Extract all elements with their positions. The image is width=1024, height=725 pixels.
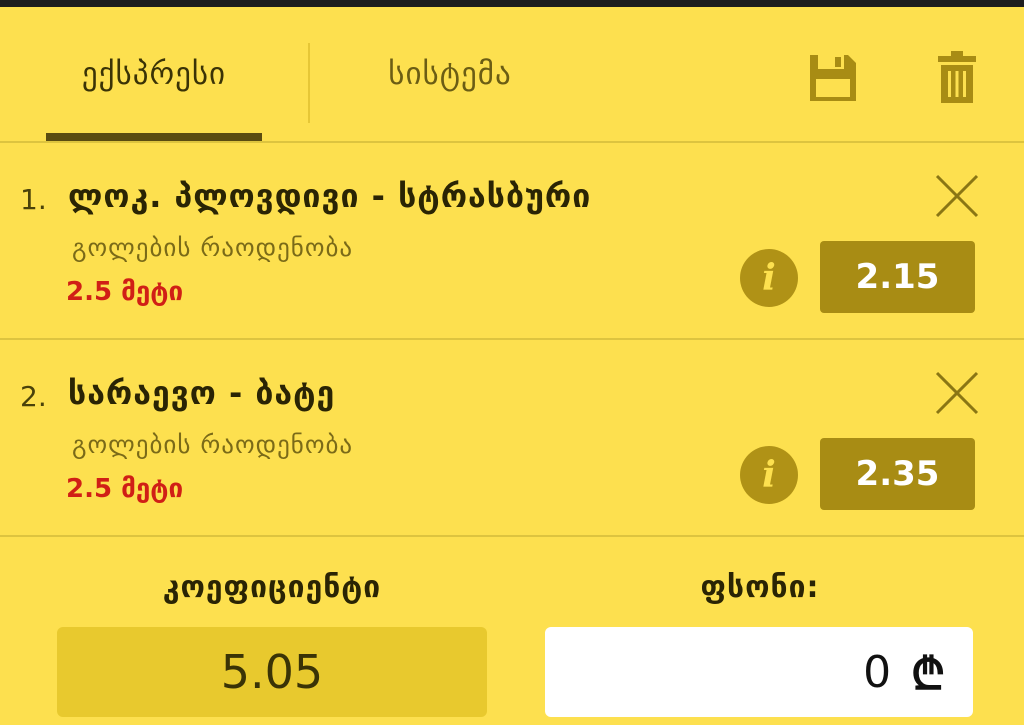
odds-button[interactable]: 2.15 (820, 241, 975, 313)
bet-pick: 2.5 მეტი (66, 474, 184, 504)
bet-item: 2. სარაევო - ბატე გოლების რაოდენობა 2.5 … (0, 340, 1024, 536)
bet-market: გოლების რაოდენობა (72, 430, 354, 459)
currency-symbol: ₾ (911, 649, 945, 700)
bet-match-title: ლოკ. პლოვდივი - სტრასბური (68, 177, 592, 215)
coefficient-display: 5.05 (57, 627, 487, 717)
bet-number: 2. (20, 380, 47, 413)
bet-number: 1. (20, 183, 47, 216)
close-icon[interactable] (934, 370, 980, 416)
divider (0, 535, 1024, 537)
bet-market: გოლების რაოდენობა (72, 233, 354, 262)
coefficient-label: კოეფიციენტი (162, 570, 382, 605)
stake-value: 0 (863, 646, 892, 698)
betslip-tabs: ექსპრესი სისტემა (0, 7, 1024, 141)
odds-value: 2.15 (855, 257, 940, 297)
odds-button[interactable]: 2.35 (820, 438, 975, 510)
coefficient-value: 5.05 (220, 645, 324, 699)
odds-value: 2.35 (855, 454, 940, 494)
tab-system-label: სისტემა (388, 56, 512, 92)
info-icon[interactable]: i (740, 446, 798, 504)
bet-item: 1. ლოკ. პლოვდივი - სტრასბური გოლების რაო… (0, 143, 1024, 339)
save-icon[interactable] (808, 53, 858, 103)
stake-label: ფსონი: (700, 570, 820, 605)
tab-system[interactable]: სისტემა (340, 7, 560, 141)
info-icon[interactable]: i (740, 249, 798, 307)
tab-express-label: ექსპრესი (81, 56, 227, 92)
close-icon[interactable] (934, 173, 980, 219)
info-glyph: i (762, 454, 776, 496)
top-edge (0, 0, 1024, 7)
trash-icon[interactable] (938, 51, 976, 103)
bet-pick: 2.5 მეტი (66, 277, 184, 307)
tab-express[interactable]: ექსპრესი (46, 7, 262, 141)
bet-match-title: სარაევო - ბატე (68, 374, 336, 412)
tab-divider (308, 43, 310, 123)
info-glyph: i (762, 257, 776, 299)
stake-input[interactable]: 0 ₾ (545, 627, 973, 717)
active-tab-indicator (46, 133, 262, 141)
